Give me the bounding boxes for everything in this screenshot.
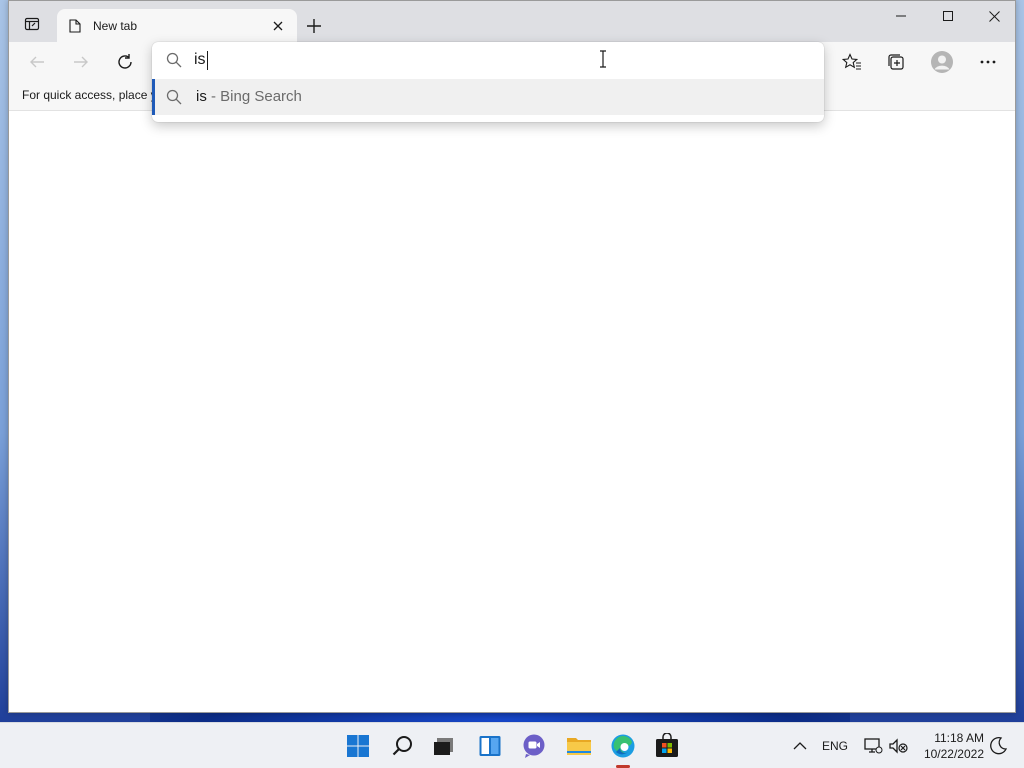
tab-title: New tab [93,18,138,33]
text-caret [207,51,208,70]
network-icon[interactable] [862,736,884,756]
minimize-button[interactable] [878,1,924,31]
clock[interactable]: 11:18 AM 10/22/2022 [918,730,984,762]
focus-assist-icon[interactable] [988,736,1008,756]
file-explorer-icon [567,738,591,755]
store-icon [656,733,678,757]
tab-actions-button[interactable] [21,13,43,35]
arrow-right-icon [74,56,88,68]
start-button[interactable] [342,730,374,762]
tab-close-button[interactable] [269,17,287,35]
search-icon [392,736,412,756]
favorites-bar-message: For quick access, place y [22,88,157,102]
search-icon [166,89,182,105]
input-language[interactable]: ENG [822,739,848,753]
volume-muted-icon[interactable] [888,736,910,756]
profile-button[interactable] [928,48,956,76]
clock-time: 11:18 AM [934,731,984,745]
show-hidden-icons-button[interactable] [790,736,810,756]
forward-button[interactable] [67,48,95,76]
store-button[interactable] [651,730,683,762]
collections-icon [888,54,904,70]
tab-actions-icon [24,17,40,31]
favorites-button[interactable] [838,48,866,76]
close-icon [273,21,283,30]
search-icon [166,52,182,68]
chat-icon [523,734,545,758]
widgets-icon [479,736,501,756]
avatar-icon [931,51,953,73]
maximize-button[interactable] [925,1,971,31]
page-content [9,112,1015,712]
address-bar-dropdown: is - Bing Search [152,42,824,122]
close-icon [988,10,1000,22]
clock-date: 10/22/2022 [923,747,984,761]
chat-button[interactable] [518,730,550,762]
taskbar: ENG 11:18 AM 10/22/2022 [0,722,1024,768]
page-icon [67,18,83,34]
taskbar-search-button[interactable] [387,730,419,762]
address-input[interactable] [194,48,794,72]
refresh-button[interactable] [111,48,139,76]
plus-icon [307,19,321,33]
ellipsis-icon [980,60,996,64]
file-explorer-button[interactable] [563,730,595,762]
close-window-button[interactable] [971,1,1015,31]
tab-new-tab[interactable]: New tab [57,9,297,42]
i-beam-cursor-icon [600,50,606,68]
favorites-icon [842,53,861,70]
suggestion-source: - Bing Search [206,88,302,105]
minimize-icon [896,15,906,17]
collections-button[interactable] [882,48,910,76]
more-options-button[interactable] [974,48,1002,76]
start-icon [347,735,369,757]
task-view-icon [434,738,453,755]
title-bar: New tab [9,1,1015,42]
suggestion-item[interactable]: is - Bing Search [152,79,824,115]
task-view-button[interactable] [428,730,460,762]
back-button[interactable] [23,48,51,76]
arrow-left-icon [30,56,44,68]
edge-icon [611,734,635,758]
new-tab-button[interactable] [303,15,325,37]
chevron-up-icon [793,742,807,750]
refresh-icon [118,54,132,69]
widgets-button[interactable] [474,730,506,762]
address-bar [152,42,824,78]
suggestion-text: is - Bing Search [196,88,302,105]
maximize-icon [943,11,953,21]
edge-button[interactable] [607,730,639,762]
suggestion-query: is [196,88,207,105]
